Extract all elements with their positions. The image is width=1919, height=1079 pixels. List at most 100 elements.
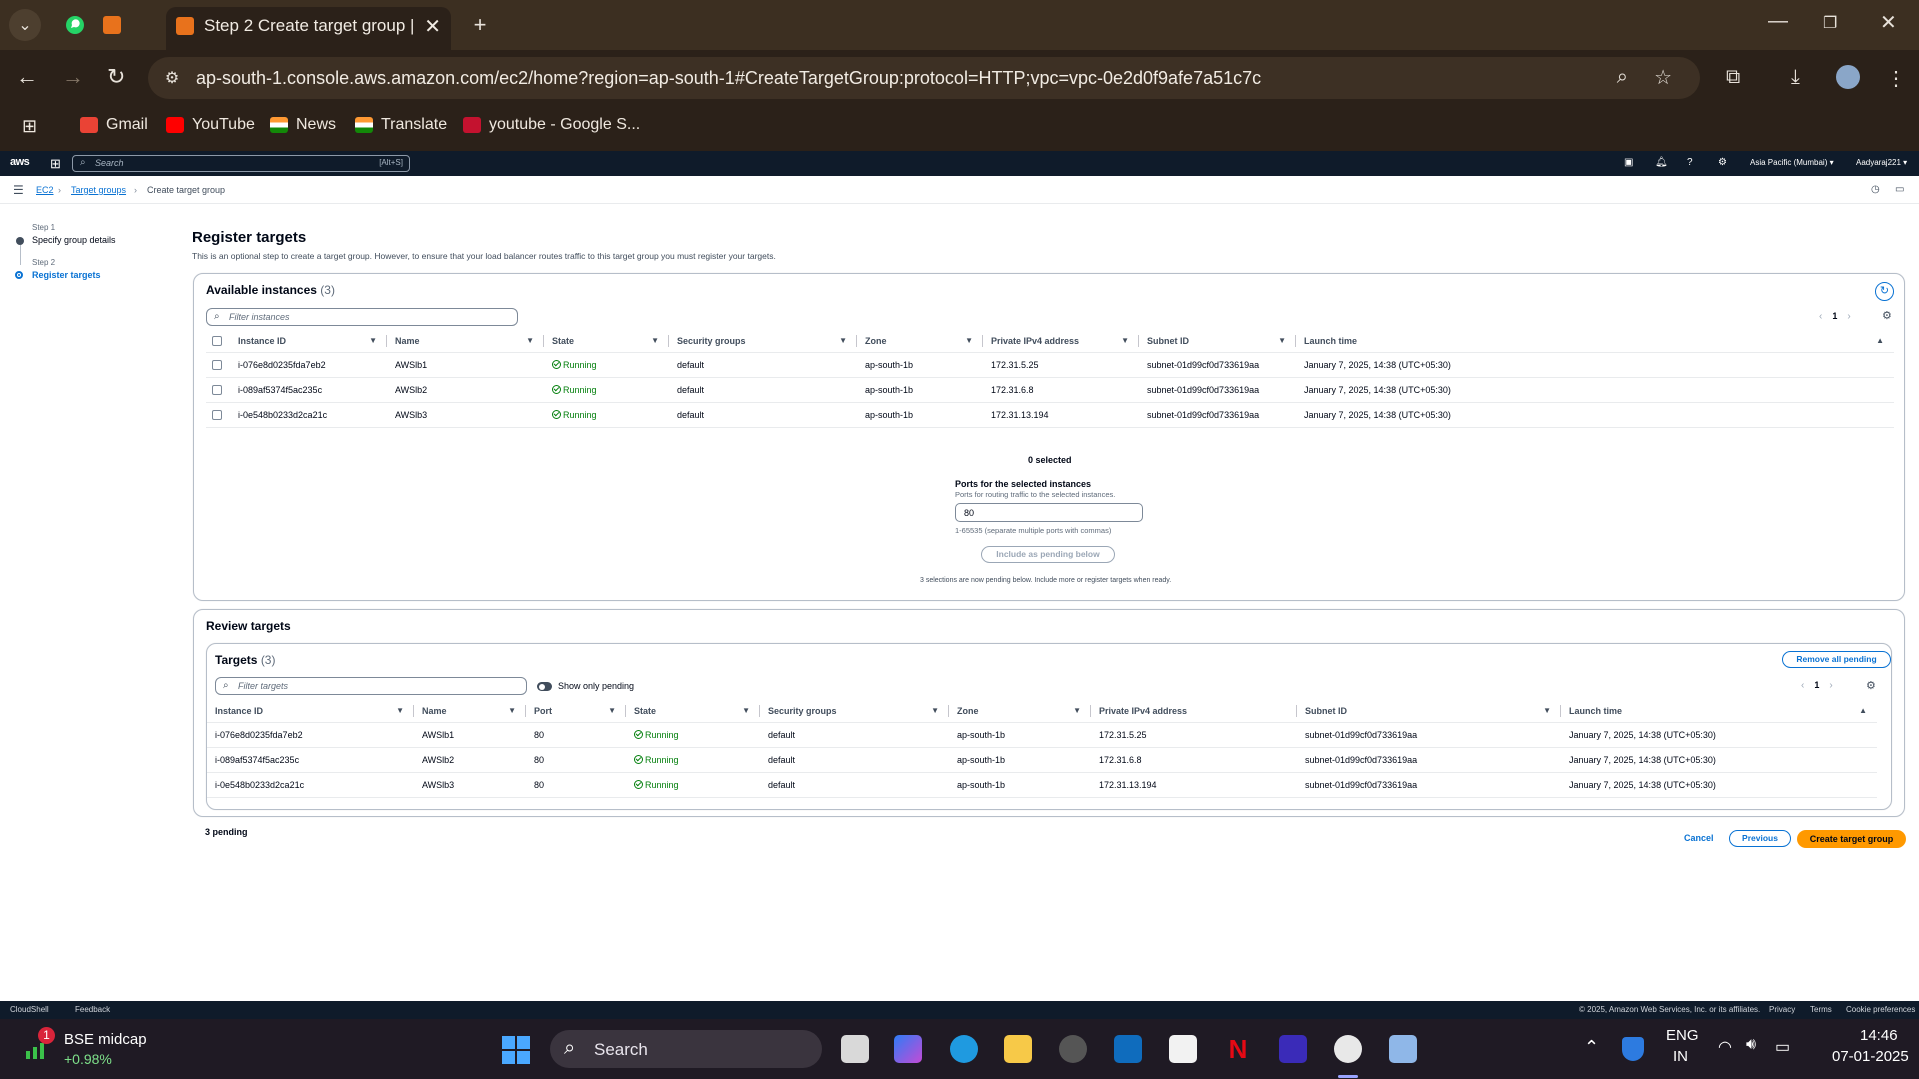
breadcrumb-ec2[interactable]: EC2 bbox=[36, 185, 54, 195]
table-row[interactable]: i-089af5374f5ac235c AWSlb2 Running default a… bbox=[206, 377, 1894, 403]
aws-pinned-tab-icon[interactable] bbox=[96, 9, 128, 41]
chrome-icon[interactable] bbox=[1334, 1035, 1362, 1063]
volume-icon[interactable]: 🔊︎ bbox=[1746, 1036, 1756, 1054]
settings-icon[interactable]: ⚙ bbox=[1718, 157, 1727, 168]
active-tab[interactable]: Step 2 Create target group | EC2 ✕ bbox=[166, 7, 451, 50]
col-state[interactable]: State ▼ bbox=[626, 700, 760, 723]
copilot-icon[interactable] bbox=[894, 1035, 922, 1063]
amazon-music-icon[interactable] bbox=[1279, 1035, 1307, 1063]
next-page-icon[interactable]: › bbox=[1847, 311, 1850, 322]
apps-grid-icon[interactable]: ⊞ bbox=[22, 116, 37, 137]
col-port[interactable]: Port ▼ bbox=[526, 700, 626, 723]
page-number[interactable]: 1 bbox=[1814, 680, 1819, 690]
bookmark-news[interactable]: News bbox=[270, 116, 336, 134]
cancel-button[interactable]: Cancel bbox=[1684, 833, 1714, 843]
col-instance-id[interactable]: Instance ID ▼ bbox=[230, 330, 387, 353]
bookmark-youtube[interactable]: YouTube bbox=[166, 116, 255, 134]
table-row[interactable]: i-076e8d0235fda7eb2 AWSlb1 Running default a… bbox=[206, 352, 1894, 378]
outlook-icon[interactable] bbox=[1114, 1035, 1142, 1063]
dell-icon[interactable] bbox=[1059, 1035, 1087, 1063]
services-grid-icon[interactable]: ⊞ bbox=[50, 156, 61, 172]
col-instance-id[interactable]: Instance ID ▼ bbox=[207, 700, 414, 723]
zoom-icon[interactable]: ⌕ bbox=[1617, 66, 1628, 89]
forward-icon[interactable]: → bbox=[62, 64, 84, 90]
menu-icon[interactable]: ☰ bbox=[13, 183, 24, 197]
url-text[interactable]: ap-south-1.console.aws.amazon.com/ec2/ho… bbox=[196, 68, 1261, 89]
back-icon[interactable]: ← bbox=[16, 64, 38, 90]
address-bar[interactable]: ⚙ ap-south-1.console.aws.amazon.com/ec2/… bbox=[148, 57, 1700, 99]
refresh-icon[interactable]: ↻ bbox=[1875, 282, 1894, 301]
col-security-groups[interactable]: Security groups ▼ bbox=[669, 330, 857, 353]
col-state[interactable]: State ▼ bbox=[544, 330, 669, 353]
profile-avatar[interactable] bbox=[1836, 65, 1860, 89]
language-region[interactable]: IN bbox=[1673, 1048, 1688, 1065]
bookmark-youtube-google-sheets[interactable]: youtube - Google S... bbox=[463, 116, 640, 134]
row-checkbox[interactable] bbox=[212, 359, 222, 370]
col-private-ip[interactable]: Private IPv4 address ▼ bbox=[983, 330, 1139, 353]
preferences-gear-icon[interactable]: ⚙ bbox=[1866, 679, 1876, 692]
feedback-link[interactable]: Feedback bbox=[75, 1005, 110, 1014]
info-icon[interactable]: ◷ bbox=[1871, 184, 1880, 195]
wifi-icon[interactable]: ◠ bbox=[1718, 1037, 1732, 1057]
col-name[interactable]: Name ▼ bbox=[387, 330, 544, 353]
row-checkbox[interactable] bbox=[212, 384, 222, 395]
prev-page-icon[interactable]: ‹ bbox=[1819, 311, 1822, 322]
breadcrumb-target-groups[interactable]: Target groups bbox=[71, 185, 126, 195]
col-launch-time[interactable]: Launch time ▲ bbox=[1296, 330, 1894, 353]
col-private-ip[interactable]: Private IPv4 address bbox=[1091, 700, 1297, 723]
reload-icon[interactable]: ↻ bbox=[107, 64, 125, 90]
col-launch-time[interactable]: Launch time ▲ bbox=[1561, 700, 1877, 723]
restore-icon[interactable]: ❐ bbox=[1823, 13, 1837, 33]
battery-icon[interactable]: ▭ bbox=[1775, 1037, 1790, 1057]
col-security-groups[interactable]: Security groups ▼ bbox=[760, 700, 949, 723]
new-tab-button[interactable]: + bbox=[464, 9, 496, 41]
col-subnet-id[interactable]: Subnet ID ▼ bbox=[1139, 330, 1296, 353]
prev-page-icon[interactable]: ‹ bbox=[1801, 680, 1804, 691]
window-close-icon[interactable]: ✕ bbox=[1880, 10, 1897, 35]
file-explorer-icon[interactable] bbox=[1004, 1035, 1032, 1063]
taskbar-search[interactable]: ⌕ Search bbox=[550, 1030, 822, 1068]
edge-icon[interactable] bbox=[950, 1035, 978, 1063]
browser-menu-icon[interactable]: ⋮ bbox=[1886, 66, 1906, 91]
aws-search-input[interactable]: ⌕ Search [Alt+S] bbox=[72, 155, 410, 172]
include-as-pending-button[interactable]: Include as pending below bbox=[981, 546, 1115, 563]
help-icon[interactable]: ? bbox=[1687, 157, 1693, 168]
terms-link[interactable]: Terms bbox=[1810, 1005, 1832, 1014]
cookie-preferences-link[interactable]: Cookie preferences bbox=[1846, 1005, 1915, 1014]
col-name[interactable]: Name ▼ bbox=[414, 700, 526, 723]
bookmark-translate[interactable]: Translate bbox=[355, 116, 447, 134]
next-page-icon[interactable]: › bbox=[1829, 680, 1832, 691]
table-row[interactable]: i-0e548b0233d2ca21c AWSlb3 80 Running defaul… bbox=[207, 772, 1877, 798]
windows-start-icon[interactable] bbox=[502, 1036, 530, 1064]
row-checkbox[interactable] bbox=[212, 409, 222, 420]
notifications-icon[interactable]: 🔔︎ bbox=[1655, 157, 1668, 168]
table-row[interactable]: i-076e8d0235fda7eb2 AWSlb1 80 Running defaul… bbox=[207, 722, 1877, 748]
cloudshell-icon[interactable]: ▣ bbox=[1624, 157, 1633, 168]
cloudshell-link[interactable]: CloudShell bbox=[10, 1005, 49, 1014]
stock-widget[interactable]: 1 BSE midcap +0.98% bbox=[24, 1027, 164, 1071]
col-zone[interactable]: Zone ▼ bbox=[949, 700, 1091, 723]
site-info-icon[interactable]: ⚙ bbox=[162, 68, 182, 88]
region-selector[interactable]: Asia Pacific (Mumbai) ▾ bbox=[1750, 158, 1834, 167]
feedback-icon[interactable]: ▭ bbox=[1895, 184, 1904, 195]
minimize-icon[interactable]: — bbox=[1768, 10, 1788, 33]
whatsapp-tab-icon[interactable] bbox=[59, 9, 91, 41]
account-menu[interactable]: Aadyaraj221 ▾ bbox=[1856, 158, 1907, 167]
preferences-gear-icon[interactable]: ⚙ bbox=[1882, 309, 1892, 322]
privacy-link[interactable]: Privacy bbox=[1769, 1005, 1795, 1014]
filter-targets-input[interactable]: ⌕ Filter targets bbox=[215, 677, 527, 695]
step-1-label[interactable]: Specify group details bbox=[32, 235, 116, 245]
page-number[interactable]: 1 bbox=[1832, 311, 1837, 321]
security-shield-icon[interactable] bbox=[1622, 1037, 1644, 1061]
select-all-checkbox[interactable] bbox=[212, 336, 222, 347]
bookmark-gmail[interactable]: Gmail bbox=[80, 116, 148, 134]
table-row[interactable]: i-089af5374f5ac235c AWSlb2 80 Running defaul… bbox=[207, 747, 1877, 773]
language-code[interactable]: ENG bbox=[1666, 1027, 1699, 1044]
aws-logo[interactable]: aws bbox=[10, 156, 30, 168]
show-hidden-icons[interactable]: ⌃ bbox=[1584, 1037, 1599, 1058]
col-subnet-id[interactable]: Subnet ID ▼ bbox=[1297, 700, 1561, 723]
clock-date[interactable]: 07-01-2025 bbox=[1832, 1048, 1909, 1065]
show-only-pending-toggle[interactable] bbox=[537, 682, 552, 691]
bookmark-star-icon[interactable]: ☆ bbox=[1654, 65, 1672, 90]
snipping-tool-icon[interactable] bbox=[1389, 1035, 1417, 1063]
